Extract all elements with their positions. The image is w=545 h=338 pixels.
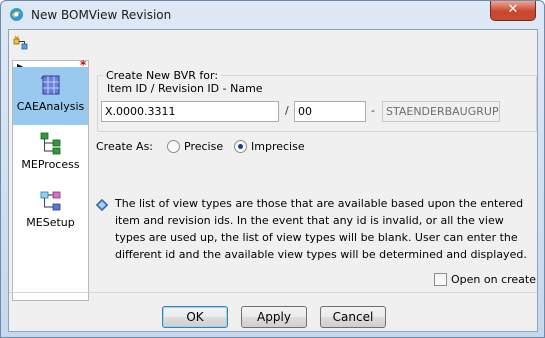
sidebar-item-mesetup[interactable]: MESetup bbox=[13, 183, 88, 241]
sidebar-item-meprocess[interactable]: MEProcess bbox=[13, 125, 88, 183]
me-process-icon bbox=[40, 132, 60, 155]
teamcenter-app-icon bbox=[10, 8, 23, 21]
cae-analysis-icon bbox=[40, 75, 59, 95]
sidebar-item-label: MESetup bbox=[26, 216, 75, 229]
footer-divider bbox=[9, 292, 537, 293]
dialog-client: ▶ * CAEAnalysis MEProcess bbox=[8, 29, 538, 332]
imprecise-label[interactable]: Imprecise bbox=[251, 140, 305, 153]
open-on-create-checkbox[interactable] bbox=[434, 273, 447, 286]
item-revision-header: Item ID / Revision ID - Name bbox=[107, 82, 263, 95]
sidebar-item-caeanalysis[interactable]: CAEAnalysis bbox=[13, 67, 88, 125]
name-field: STAENDERBAUGRUP bbox=[382, 101, 500, 122]
sidebar-item-label: CAEAnalysis bbox=[16, 100, 85, 113]
apply-button[interactable]: Apply bbox=[241, 306, 307, 328]
title-bar: New BOMView Revision ✕ bbox=[1, 1, 544, 29]
imprecise-radio[interactable] bbox=[234, 140, 247, 153]
info-diamond-icon bbox=[96, 199, 108, 211]
info-text: The list of view types are those that ar… bbox=[115, 197, 527, 261]
sidebar-item-label: MEProcess bbox=[21, 158, 80, 171]
me-setup-icon bbox=[40, 191, 60, 211]
window-title: New BOMView Revision bbox=[31, 8, 172, 22]
dialog-window: New BOMView Revision ✕ ▶ * CAEAnalysis bbox=[0, 0, 545, 338]
new-object-icon[interactable] bbox=[13, 35, 29, 51]
bvr-type-list[interactable]: ▶ * CAEAnalysis MEProcess bbox=[12, 58, 89, 301]
revision-id-field[interactable]: 00 bbox=[294, 101, 366, 122]
create-as-label: Create As: bbox=[96, 140, 154, 153]
open-on-create-label[interactable]: Open on create bbox=[451, 273, 536, 286]
cancel-button[interactable]: Cancel bbox=[320, 306, 386, 328]
name-separator: - bbox=[371, 104, 375, 117]
precise-radio[interactable] bbox=[167, 140, 180, 153]
ok-button[interactable]: OK bbox=[162, 306, 228, 328]
group-title: Create New BVR for: bbox=[106, 69, 219, 82]
precise-label[interactable]: Precise bbox=[184, 140, 223, 153]
id-separator: / bbox=[285, 104, 289, 117]
item-id-field[interactable]: X.0000.3311 bbox=[101, 101, 279, 122]
close-button[interactable]: ✕ bbox=[490, 1, 536, 21]
